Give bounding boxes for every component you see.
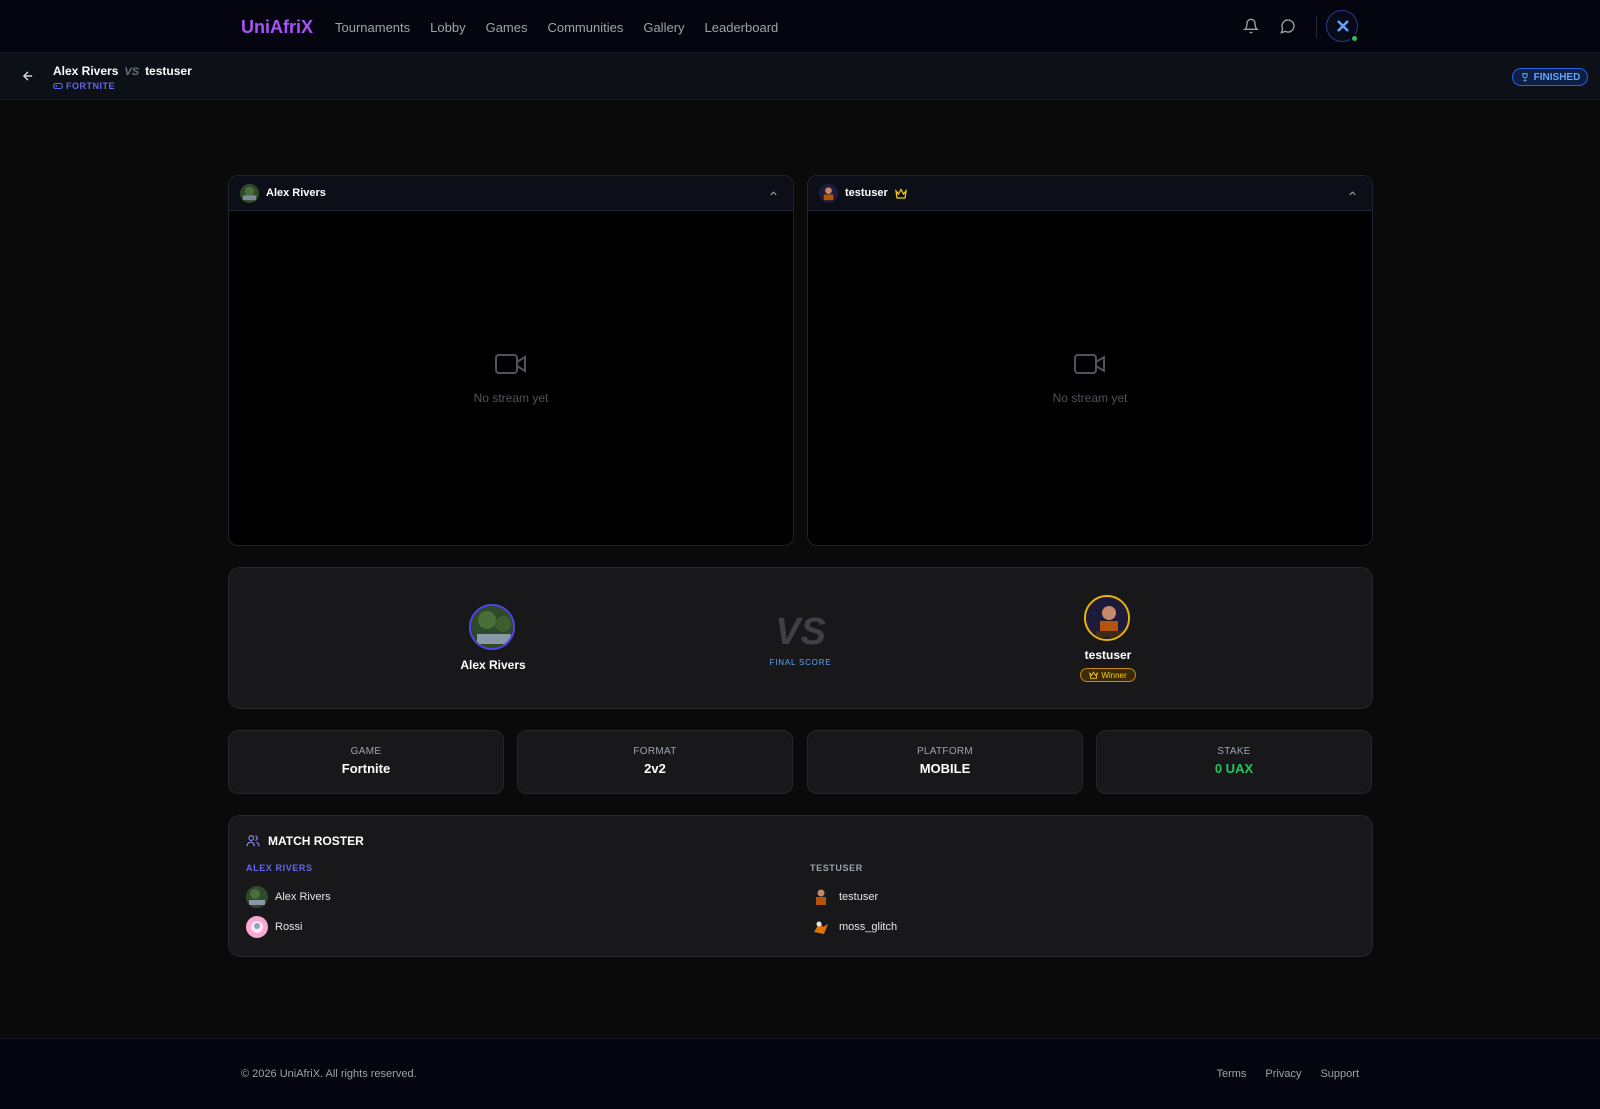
back-arrow-icon[interactable] [21, 69, 35, 83]
nav-link-leaderboard[interactable]: Leaderboard [705, 20, 779, 35]
roster-member[interactable]: testuser [810, 886, 878, 908]
status-badge: FINISHED [1512, 68, 1588, 86]
footer-links: Terms Privacy Support [1216, 1068, 1359, 1080]
match-player-one: Alex Rivers [53, 64, 119, 78]
team-name-one: ALEX RIVERS [246, 863, 313, 873]
info-label: GAME [350, 746, 382, 757]
roster-member[interactable]: Alex Rivers [246, 886, 331, 908]
top-nav: UniAfriX Tournaments Lobby Games Communi… [0, 0, 1600, 53]
info-card-stake: STAKE 0 UAX [1096, 730, 1372, 794]
gamepad-icon [53, 82, 63, 90]
video-camera-icon [1074, 354, 1105, 374]
nav-link-lobby[interactable]: Lobby [430, 20, 465, 35]
score-player-two-name: testuser [1084, 648, 1132, 662]
match-header: Alex Rivers VS testuser FORTNITE [0, 53, 1600, 100]
member-name: moss_glitch [839, 921, 898, 933]
stream-viewport: No stream yet [808, 211, 1372, 545]
match-game-tag: FORTNITE [53, 81, 115, 91]
main-nav: Tournaments Lobby Games Communities Gall… [335, 20, 778, 35]
member-name: testuser [839, 891, 879, 903]
info-value: 2v2 [644, 761, 666, 776]
score-vs: VS [775, 611, 826, 653]
match-title: Alex Rivers VS testuser [53, 64, 192, 78]
stream-panel-player-two: testuser No stream yet [807, 175, 1373, 546]
match-player-two: testuser [145, 64, 192, 78]
info-label: PLATFORM [916, 746, 974, 757]
brand-logo[interactable]: UniAfriX [241, 17, 313, 38]
match-game-label: FORTNITE [66, 81, 115, 91]
member-name: Alex Rivers [275, 891, 331, 903]
info-value: 0 UAX [1214, 761, 1254, 776]
info-card-platform: PLATFORM MOBILE [807, 730, 1083, 794]
roster-title-text: MATCH ROSTER [268, 834, 364, 848]
info-card-game: GAME Fortnite [228, 730, 504, 794]
crown-icon [894, 187, 907, 199]
footer-link-support[interactable]: Support [1320, 1068, 1359, 1080]
chevron-up-icon[interactable] [1347, 188, 1358, 199]
copyright-text: © 2026 UniAfriX. All rights reserved. [241, 1068, 417, 1080]
member-avatar [810, 916, 832, 938]
no-stream-text: No stream yet [473, 391, 549, 405]
stream-header: testuser [808, 176, 1372, 211]
player-two-avatar [819, 183, 838, 203]
avatar-logo-icon [1337, 20, 1349, 32]
video-camera-icon [495, 354, 526, 374]
roster-title: MATCH ROSTER [246, 834, 364, 848]
stream-player-name: testuser [845, 187, 888, 199]
stream-player-name: Alex Rivers [266, 187, 326, 199]
no-stream-text: No stream yet [1052, 391, 1128, 405]
roster-member[interactable]: Rossi [246, 916, 303, 938]
footer-link-privacy[interactable]: Privacy [1265, 1068, 1301, 1080]
member-avatar [246, 886, 268, 908]
match-vs: VS [124, 66, 140, 78]
footer-link-terms[interactable]: Terms [1216, 1068, 1246, 1080]
stream-panel-player-one: Alex Rivers No stream yet [228, 175, 794, 546]
score-player-two-avatar [1084, 595, 1130, 641]
nav-link-communities[interactable]: Communities [547, 20, 623, 35]
member-name: Rossi [275, 921, 303, 933]
chat-icon[interactable] [1280, 18, 1296, 34]
nav-divider [1316, 16, 1317, 38]
match-roster: MATCH ROSTER ALEX RIVERS Alex Rivers Ros… [228, 815, 1373, 957]
info-label: FORMAT [633, 746, 677, 757]
users-icon [246, 835, 260, 847]
player-one-avatar [240, 183, 259, 203]
roster-member[interactable]: moss_glitch [810, 916, 897, 938]
stream-viewport: No stream yet [229, 211, 793, 545]
online-status-dot [1350, 34, 1359, 43]
footer: © 2026 UniAfriX. All rights reserved. Te… [0, 1038, 1600, 1109]
winner-badge: Winner [1080, 668, 1136, 682]
crown-icon [1089, 671, 1099, 679]
info-card-format: FORMAT 2v2 [517, 730, 793, 794]
winner-label: Winner [1101, 670, 1127, 680]
member-avatar [246, 916, 268, 938]
team-name-two: TESTUSER [810, 863, 863, 873]
chevron-up-icon[interactable] [768, 188, 779, 199]
member-avatar [810, 886, 832, 908]
stream-header: Alex Rivers [229, 176, 793, 211]
nav-link-gallery[interactable]: Gallery [643, 20, 684, 35]
nav-link-tournaments[interactable]: Tournaments [335, 20, 410, 35]
info-value: MOBILE [919, 761, 971, 776]
info-label: STAKE [1217, 746, 1251, 757]
status-label: FINISHED [1533, 71, 1581, 83]
bell-icon[interactable] [1243, 18, 1259, 34]
info-value: Fortnite [341, 761, 391, 776]
user-avatar[interactable] [1326, 10, 1359, 43]
score-card: Alex Rivers VS FINAL SCORE testuser Winn… [228, 567, 1373, 709]
nav-link-games[interactable]: Games [486, 20, 528, 35]
final-score-label: FINAL SCORE [769, 658, 832, 667]
trophy-icon [1522, 73, 1528, 82]
